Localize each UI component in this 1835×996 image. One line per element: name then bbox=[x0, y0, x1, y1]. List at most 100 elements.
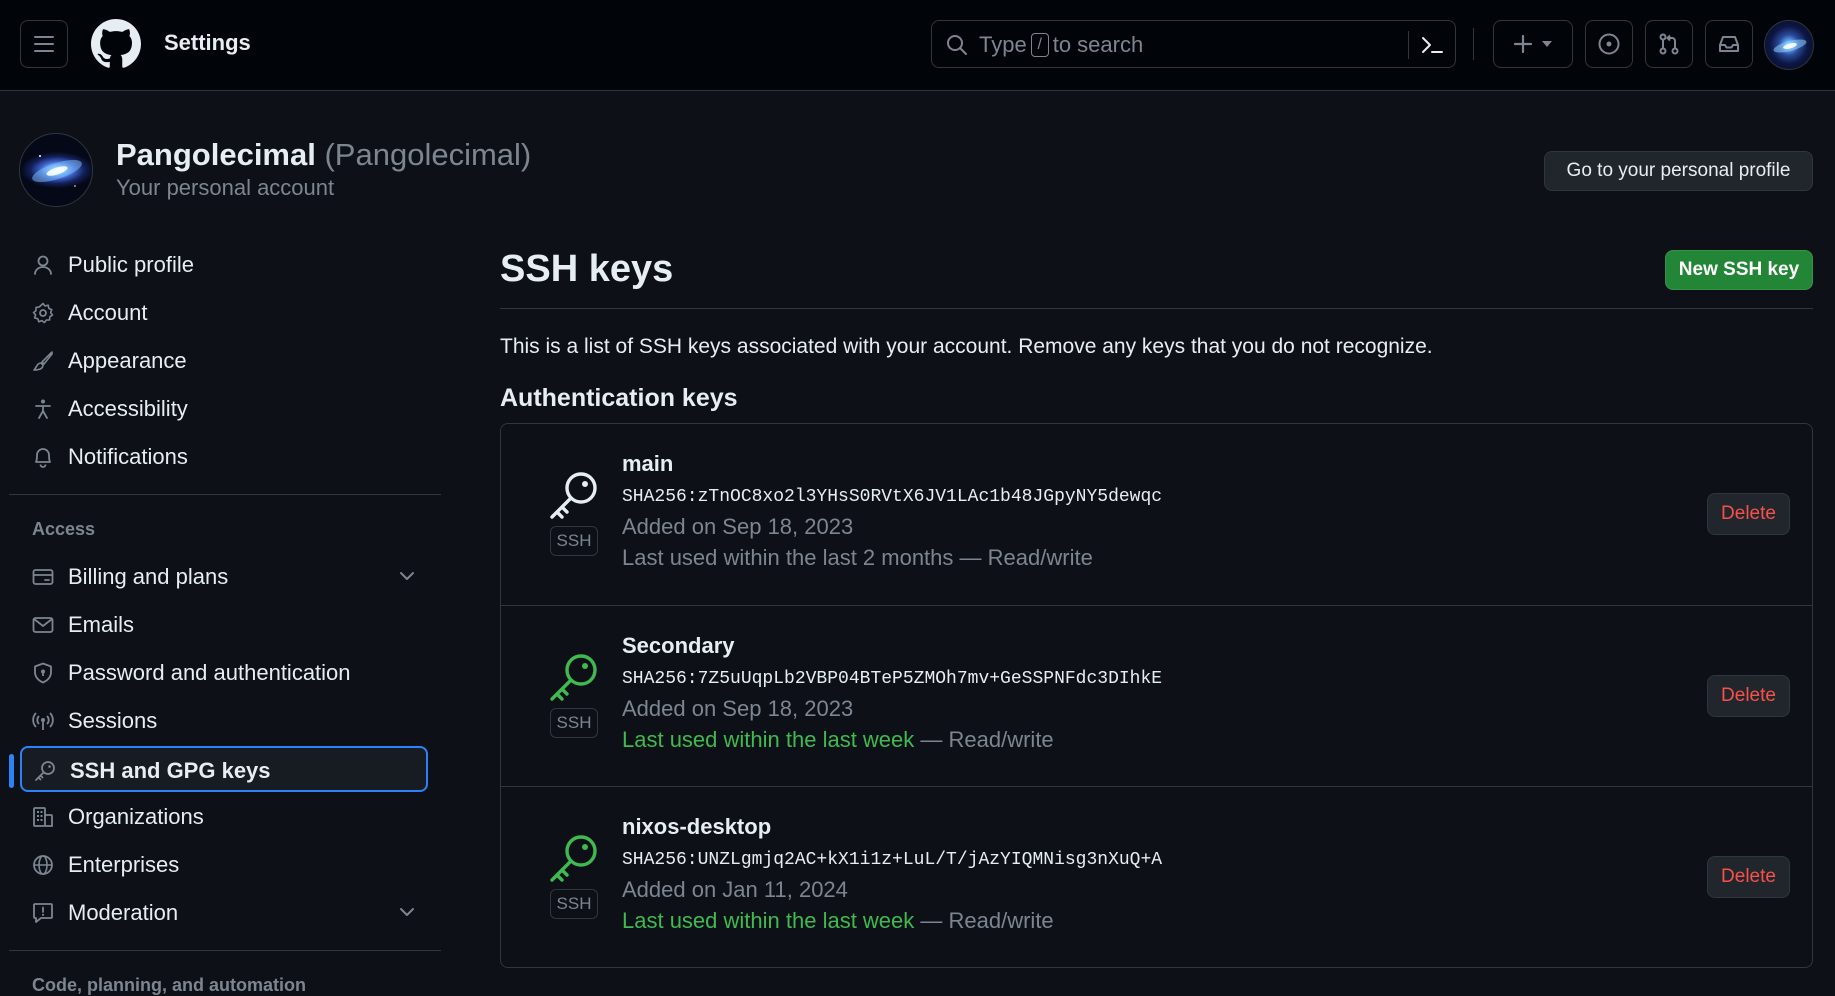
ssh-key-row: SSH main SHA256:zTnOC8xo2l3YHsS0RVtX6JV1… bbox=[501, 424, 1812, 605]
title-divider bbox=[500, 308, 1813, 309]
ssh-key-title: nixos-desktop bbox=[622, 814, 772, 839]
plus-icon bbox=[1513, 34, 1533, 54]
ssh-key-type-badge: SSH bbox=[550, 526, 598, 556]
mail-icon bbox=[32, 617, 54, 633]
triangle-down-icon bbox=[1542, 41, 1552, 47]
ssh-key-fingerprint: SHA256:UNZLgmjq2AC+kX1i1z+LuL/T/jAzYIQMN… bbox=[622, 850, 1163, 870]
sidebar-item-label: Public profile bbox=[68, 252, 194, 277]
issue-opened-icon bbox=[1598, 33, 1620, 55]
delete-key-button[interactable]: Delete bbox=[1707, 856, 1790, 898]
sidebar-item-ssh-gpg-keys[interactable]: SSH and GPG keys bbox=[20, 746, 428, 792]
sidebar-item-label: Emails bbox=[68, 612, 135, 637]
sidebar-item-label: Notifications bbox=[68, 444, 188, 469]
sidebar-item-label: Enterprises bbox=[68, 852, 180, 877]
ssh-key-access: — Read/write bbox=[914, 727, 1054, 752]
gear-icon bbox=[32, 302, 54, 324]
account-display-name[interactable]: Pangolecimal bbox=[116, 137, 316, 172]
ssh-key-access: — Read/write bbox=[914, 908, 1054, 933]
sidebar-item-label: Password and authentication bbox=[68, 660, 351, 685]
broadcast-icon bbox=[32, 712, 54, 730]
paintbrush-icon bbox=[33, 351, 53, 371]
credit-card-icon bbox=[32, 569, 54, 585]
sidebar-heading-access: Access bbox=[32, 519, 96, 539]
sidebar-item-account[interactable]: Account bbox=[20, 290, 428, 336]
sidebar-item-organizations[interactable]: Organizations bbox=[20, 794, 428, 840]
authentication-keys-heading: Authentication keys bbox=[500, 384, 738, 412]
ssh-key-last-used: Last used within the last week — Read/wr… bbox=[622, 726, 1054, 754]
ssh-key-last-used: Last used within the last 2 months — Rea… bbox=[622, 544, 1093, 572]
account-subtitle: Your personal account bbox=[116, 175, 335, 200]
ssh-key-type-badge: SSH bbox=[550, 708, 598, 738]
key-icon bbox=[550, 654, 597, 701]
ssh-key-title: Secondary bbox=[622, 633, 735, 658]
issues-button[interactable] bbox=[1585, 20, 1633, 68]
global-header: Settings Type / to search bbox=[0, 0, 1835, 91]
ssh-keys-list: SSH main SHA256:zTnOC8xo2l3YHsS0RVtX6JV1… bbox=[500, 423, 1813, 968]
hamburger-menu-button[interactable] bbox=[20, 20, 68, 68]
search-placeholder: Type / to search bbox=[979, 31, 1143, 59]
sidebar-item-label: Appearance bbox=[68, 348, 187, 373]
sidebar-item-password-auth[interactable]: Password and authentication bbox=[20, 650, 428, 696]
user-avatar[interactable] bbox=[1764, 20, 1814, 70]
active-indicator bbox=[9, 754, 14, 788]
sidebar-divider bbox=[9, 950, 441, 951]
sidebar-item-sessions[interactable]: Sessions bbox=[20, 698, 428, 744]
sidebar-item-accessibility[interactable]: Accessibility bbox=[20, 386, 428, 432]
account-avatar bbox=[19, 133, 93, 207]
sidebar-item-enterprises[interactable]: Enterprises bbox=[20, 842, 428, 888]
search-input[interactable]: Type / to search bbox=[931, 20, 1456, 68]
ssh-key-fingerprint: SHA256:7Z5uUqpLb2VBP04BTeP5ZMOh7mv+GeSSP… bbox=[622, 669, 1163, 689]
key-icon bbox=[550, 472, 597, 519]
sidebar-divider bbox=[9, 494, 441, 495]
page-title: SSH keys bbox=[500, 248, 674, 290]
bell-icon bbox=[35, 448, 51, 468]
shield-lock-icon bbox=[34, 662, 52, 684]
ssh-key-last-used: Last used within the last week — Read/wr… bbox=[622, 907, 1054, 935]
create-new-button[interactable] bbox=[1493, 20, 1573, 68]
sidebar-item-billing[interactable]: Billing and plans bbox=[20, 554, 428, 600]
inbox-button[interactable] bbox=[1705, 20, 1753, 68]
ssh-key-added-date: Added on Sep 18, 2023 bbox=[622, 696, 854, 721]
sidebar-item-label: Account bbox=[68, 300, 148, 325]
galaxy-avatar-image bbox=[1773, 39, 1807, 53]
sidebar-item-label: Sessions bbox=[68, 708, 158, 733]
delete-key-button[interactable]: Delete bbox=[1707, 493, 1790, 535]
go-to-profile-button[interactable]: Go to your personal profile bbox=[1544, 151, 1813, 191]
search-shortcut-key: / bbox=[1030, 33, 1049, 57]
pull-requests-button[interactable] bbox=[1645, 20, 1693, 68]
hamburger-icon bbox=[34, 36, 54, 52]
ssh-key-access: — Read/write bbox=[953, 545, 1093, 570]
delete-key-button[interactable]: Delete bbox=[1707, 675, 1790, 717]
ssh-key-added-date: Added on Jan 11, 2024 bbox=[622, 877, 848, 902]
sidebar-item-notifications[interactable]: Notifications bbox=[20, 434, 428, 480]
header-context-title[interactable]: Settings bbox=[164, 28, 251, 58]
sidebar-item-appearance[interactable]: Appearance bbox=[20, 338, 428, 384]
person-icon bbox=[34, 255, 52, 275]
chevron-down-icon bbox=[400, 908, 414, 916]
accessibility-icon bbox=[35, 399, 51, 419]
search-prefix: Type bbox=[979, 32, 1027, 57]
sidebar-item-label: SSH and GPG keys bbox=[70, 758, 271, 783]
globe-icon bbox=[33, 855, 53, 875]
search-suffix: to search bbox=[1052, 32, 1144, 57]
ssh-key-type-badge: SSH bbox=[550, 889, 598, 919]
ssh-key-last-used-recent: Last used within the last week bbox=[622, 727, 915, 752]
ssh-key-last-used-recent: Last used within the last week bbox=[622, 908, 915, 933]
key-icon bbox=[550, 835, 597, 882]
command-palette-icon[interactable] bbox=[1420, 34, 1444, 56]
organization-icon bbox=[33, 807, 53, 827]
header-separator bbox=[1473, 28, 1474, 60]
chevron-down-icon bbox=[400, 572, 414, 580]
ssh-key-added-date: Added on Sep 18, 2023 bbox=[622, 514, 854, 539]
sidebar-item-label: Billing and plans bbox=[68, 564, 229, 589]
github-logo-icon[interactable] bbox=[91, 19, 141, 69]
account-login: (Pangolecimal) bbox=[324, 137, 532, 172]
sidebar-item-moderation[interactable]: Moderation bbox=[20, 890, 428, 936]
sidebar-item-label: Moderation bbox=[68, 900, 179, 925]
sidebar-item-public-profile[interactable]: Public profile bbox=[20, 242, 428, 288]
ssh-key-fingerprint: SHA256:zTnOC8xo2l3YHsS0RVtX6JV1LAc1b48JG… bbox=[622, 487, 1163, 507]
sidebar-item-emails[interactable]: Emails bbox=[20, 602, 428, 648]
new-ssh-key-button[interactable]: New SSH key bbox=[1665, 250, 1813, 290]
ssh-key-last-used-text: Last used within the last 2 months bbox=[622, 545, 954, 570]
search-divider bbox=[1408, 31, 1409, 59]
